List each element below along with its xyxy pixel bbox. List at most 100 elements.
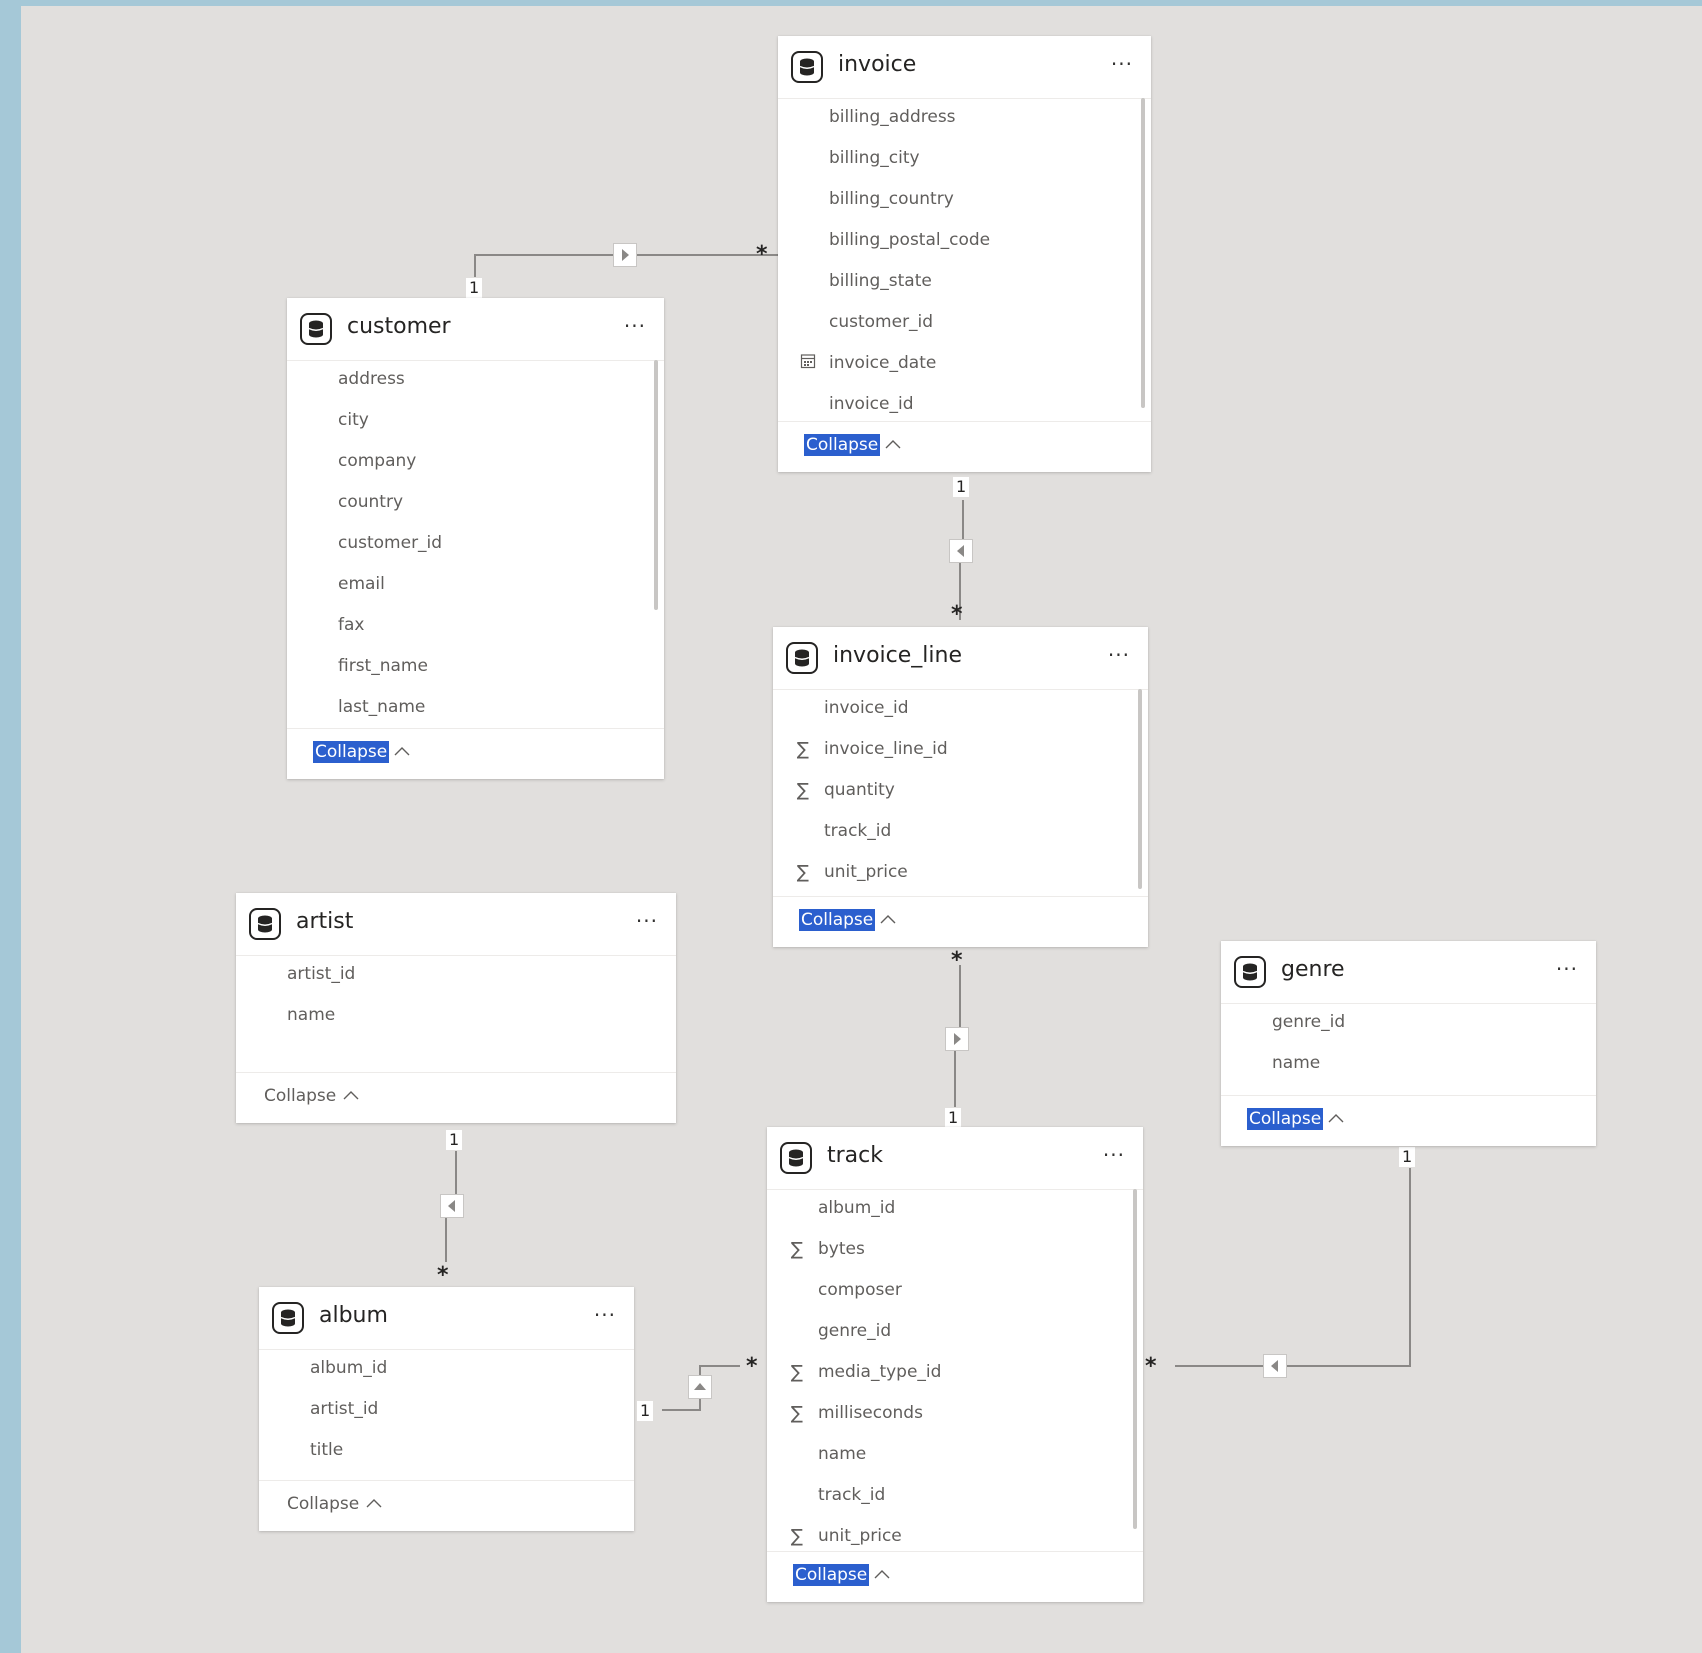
field-name: first_name — [338, 656, 428, 676]
field-row[interactable]: ∑ milliseconds — [767, 1395, 1143, 1436]
collapse-button[interactable]: Collapse — [1247, 1108, 1344, 1130]
field-row[interactable]: name — [236, 997, 676, 1038]
field-row[interactable]: company — [287, 443, 664, 484]
table-card-track[interactable]: track ··· album_id ∑ bytes composer genre_id ∑ m… — [767, 1127, 1143, 1602]
table-header[interactable]: invoice_line ··· — [773, 627, 1148, 690]
field-row[interactable]: billing_state — [778, 263, 1151, 304]
table-card-album[interactable]: album ··· album_id artist_idtitle Collapse — [259, 1287, 634, 1531]
field-list[interactable]: album_id artist_idtitle — [259, 1350, 634, 1480]
more-options-icon[interactable]: ··· — [1556, 959, 1578, 979]
table-header[interactable]: artist ··· — [236, 893, 676, 956]
field-name: invoice_id — [824, 698, 909, 718]
field-row[interactable]: name — [767, 1436, 1143, 1477]
table-card-customer[interactable]: customer ··· address city company country cust… — [287, 298, 664, 779]
field-list[interactable]: invoice_id ∑ invoice_line_id ∑ quantity track… — [773, 690, 1148, 896]
collapse-button[interactable]: Collapse — [793, 1564, 890, 1586]
field-name: track_id — [824, 821, 892, 841]
table-header[interactable]: invoice ··· — [778, 36, 1151, 99]
field-row[interactable]: track_id — [767, 1477, 1143, 1518]
filter-direction-album-track[interactable] — [688, 1375, 712, 1399]
field-row[interactable]: billing_country — [778, 181, 1151, 222]
field-row[interactable]: customer_id — [287, 525, 664, 566]
field-row[interactable]: billing_address — [778, 99, 1151, 140]
table-header[interactable]: genre ··· — [1221, 941, 1596, 1004]
field-row[interactable]: name — [1221, 1045, 1596, 1086]
field-name: billing_address — [829, 107, 956, 127]
field-row[interactable]: address — [287, 361, 664, 402]
more-options-icon[interactable]: ··· — [594, 1305, 616, 1325]
cardinality-one-track-top: 1 — [944, 1107, 963, 1129]
filter-direction-customer-invoice[interactable] — [613, 243, 637, 267]
field-list[interactable]: genre_id name — [1221, 1004, 1596, 1095]
field-row[interactable]: album_id — [767, 1190, 1143, 1231]
field-row[interactable]: customer_id — [778, 304, 1151, 345]
field-row[interactable]: last_name — [287, 689, 664, 728]
table-header[interactable]: track ··· — [767, 1127, 1143, 1190]
field-name: name — [818, 1444, 867, 1464]
field-row[interactable]: ∑ quantity — [773, 772, 1148, 813]
field-row[interactable]: ∑ media_type_id — [767, 1354, 1143, 1395]
field-row[interactable]: invoice_id — [778, 386, 1151, 421]
field-row[interactable]: ∑ invoice_line_id — [773, 731, 1148, 772]
field-row[interactable]: artist_id — [259, 1391, 634, 1432]
field-row[interactable]: track_id — [773, 813, 1148, 854]
sigma-icon: ∑ — [790, 1239, 804, 1260]
filter-direction-invoice-invoice_line[interactable] — [949, 539, 973, 563]
collapse-label: Collapse — [264, 1086, 337, 1106]
cardinality-one-album: 1 — [636, 1400, 655, 1422]
field-list-scrollbar[interactable] — [1133, 1189, 1137, 1529]
field-list-scrollbar[interactable] — [1141, 98, 1145, 408]
field-list[interactable]: album_id ∑ bytes composer genre_id ∑ media_typ… — [767, 1190, 1143, 1551]
field-row[interactable]: ∑ unit_price — [767, 1518, 1143, 1551]
field-row[interactable]: invoice_date — [778, 345, 1151, 386]
collapse-button[interactable]: Collapse — [313, 741, 410, 763]
field-list-scrollbar[interactable] — [1138, 689, 1142, 889]
field-list[interactable]: billing_address billing_city billing_count… — [778, 99, 1151, 421]
field-row[interactable]: invoice_id — [773, 690, 1148, 731]
more-options-icon[interactable]: ··· — [1103, 1145, 1125, 1165]
field-row[interactable]: genre_id — [1221, 1004, 1596, 1045]
arrow-left-icon — [1271, 1360, 1278, 1372]
field-row[interactable]: billing_city — [778, 140, 1151, 181]
field-name: country — [338, 492, 404, 512]
field-row[interactable]: composer — [767, 1272, 1143, 1313]
field-row[interactable]: fax — [287, 607, 664, 648]
collapse-button[interactable]: Collapse — [804, 434, 901, 456]
filter-direction-genre-track[interactable] — [1263, 1354, 1287, 1378]
table-header[interactable]: album ··· — [259, 1287, 634, 1350]
field-list[interactable]: address city company country customer_id emai… — [287, 361, 664, 728]
field-name: customer_id — [829, 312, 934, 332]
filter-direction-track-invoice_line[interactable] — [945, 1027, 969, 1051]
field-row[interactable]: billing_postal_code — [778, 222, 1151, 263]
collapse-button[interactable]: Collapse — [262, 1085, 359, 1107]
table-card-invoice_line[interactable]: invoice_line ··· invoice_id ∑ invoice_line_i… — [773, 627, 1148, 947]
field-row[interactable]: country — [287, 484, 664, 525]
more-options-icon[interactable]: ··· — [624, 316, 646, 336]
field-row[interactable]: city — [287, 402, 664, 443]
field-row[interactable]: genre_id — [767, 1313, 1143, 1354]
more-options-icon[interactable]: ··· — [1108, 645, 1130, 665]
field-name: genre_id — [818, 1321, 892, 1341]
field-row[interactable]: artist_id — [236, 956, 676, 997]
field-row[interactable]: ∑ unit_price — [773, 854, 1148, 895]
field-list-scrollbar[interactable] — [654, 360, 658, 610]
more-options-icon[interactable]: ··· — [1111, 54, 1133, 74]
table-title: album — [319, 1303, 388, 1328]
field-row[interactable]: email — [287, 566, 664, 607]
table-card-genre[interactable]: genre ··· genre_id name Collapse — [1221, 941, 1596, 1146]
field-row[interactable]: album_id — [259, 1350, 634, 1391]
collapse-button[interactable]: Collapse — [285, 1493, 382, 1515]
more-options-icon[interactable]: ··· — [636, 911, 658, 931]
table-card-invoice[interactable]: invoice ··· billing_address billing_city bil… — [778, 36, 1151, 472]
field-row[interactable]: first_name — [287, 648, 664, 689]
field-row[interactable]: ∑ bytes — [767, 1231, 1143, 1272]
collapse-button[interactable]: Collapse — [799, 909, 896, 931]
table-card-artist[interactable]: artist ··· artist_id name Collapse — [236, 893, 676, 1123]
table-header[interactable]: customer ··· — [287, 298, 664, 361]
field-name: artist_id — [310, 1399, 379, 1419]
table-icon — [249, 908, 281, 940]
table-icon — [300, 313, 332, 345]
field-list[interactable]: artist_id name — [236, 956, 676, 1072]
field-row[interactable]: title — [259, 1432, 634, 1473]
filter-direction-artist-album[interactable] — [440, 1194, 464, 1218]
